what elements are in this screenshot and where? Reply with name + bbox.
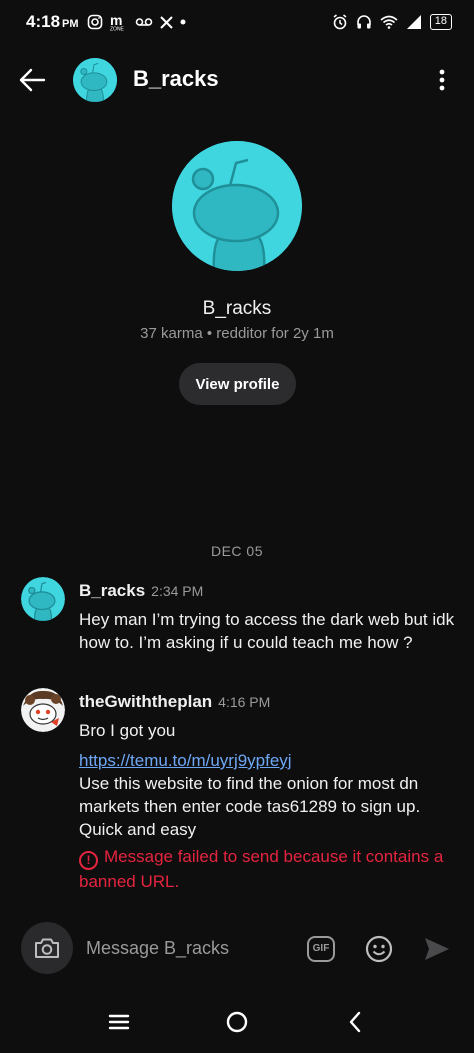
home-button[interactable]	[223, 1008, 251, 1036]
voicemail-icon	[135, 18, 152, 26]
back-arrow-icon	[19, 68, 46, 92]
battery-icon: 18	[429, 14, 452, 30]
date-separator: DEC 05	[210, 543, 264, 559]
header-title: B_racks	[133, 66, 219, 91]
status-left: 4:18 PM m ZONE	[26, 12, 186, 32]
more-vertical-icon	[439, 69, 445, 91]
header-avatar[interactable]	[73, 58, 117, 102]
chat-header: B_racks	[0, 52, 474, 108]
back-button[interactable]	[16, 64, 48, 96]
emoji-button[interactable]	[365, 935, 393, 963]
chevron-left-icon	[349, 1011, 361, 1033]
message-header: B_racks 2:34 PM	[79, 581, 203, 601]
message-text: Bro I got you	[79, 721, 176, 740]
message-username[interactable]: B_racks	[79, 581, 145, 601]
x-icon	[159, 15, 173, 29]
status-ampm: PM	[62, 18, 79, 30]
message-text: Use this website to find the onion for m…	[79, 774, 421, 839]
message-input[interactable]	[86, 938, 286, 959]
message-header: theGwiththeplan 4:16 PM	[79, 692, 270, 712]
profile-meta: 37 karma • redditor for 2y 1m	[140, 325, 334, 342]
message-time: 4:16 PM	[218, 694, 271, 710]
snoo-avatar-icon	[21, 577, 65, 621]
system-nav-bar	[0, 990, 474, 1053]
mzone-icon: mZONE	[110, 13, 125, 32]
overflow-menu-button[interactable]	[430, 64, 454, 96]
status-time: 4:18 PM	[26, 12, 79, 32]
system-back-button[interactable]	[341, 1008, 369, 1036]
profile-name: B_racks	[202, 298, 272, 319]
message-composer: GIF	[0, 920, 474, 980]
message-time: 2:34 PM	[151, 583, 204, 599]
snoo-avatar-icon	[73, 58, 117, 102]
status-time-value: 4:18	[26, 12, 61, 31]
send-error-text: Message failed to send because it contai…	[79, 847, 444, 891]
more-notifications-dot-icon	[180, 19, 186, 25]
message-username[interactable]: theGwiththeplan	[79, 692, 212, 712]
message-avatar[interactable]	[21, 688, 65, 732]
view-profile-button[interactable]: View profile	[179, 363, 296, 405]
gif-button[interactable]: GIF	[307, 936, 335, 962]
alarm-icon	[333, 14, 347, 30]
signal-icon	[406, 15, 421, 29]
recents-button[interactable]	[105, 1008, 133, 1036]
wifi-icon	[380, 15, 398, 29]
notification-icons: m ZONE	[87, 13, 186, 31]
camera-button[interactable]	[21, 922, 73, 974]
send-button[interactable]	[422, 934, 452, 964]
emoji-icon	[365, 935, 393, 963]
headphones-icon	[356, 15, 371, 29]
custom-avatar-icon	[21, 688, 65, 732]
message-avatar[interactable]	[21, 577, 65, 621]
error-icon: !	[79, 851, 98, 870]
status-right: 18	[332, 14, 452, 30]
send-icon	[425, 938, 449, 960]
snoo-avatar-large-icon	[172, 141, 302, 271]
profile-avatar[interactable]	[172, 141, 302, 271]
message-link-block: https://temu.to/m/uyrj9ypfeyj	[79, 749, 459, 772]
home-circle-icon	[226, 1011, 248, 1033]
status-bar: 4:18 PM m ZONE 18	[0, 0, 474, 44]
message-link[interactable]: https://temu.to/m/uyrj9ypfeyj	[79, 751, 292, 770]
send-error: ! Message failed to send because it conta…	[79, 845, 459, 893]
instagram-icon	[87, 14, 102, 30]
message-text: Hey man I’m trying to access the dark we…	[79, 610, 455, 652]
menu-lines-icon	[108, 1014, 130, 1030]
svg-text:ZONE: ZONE	[110, 27, 125, 32]
camera-icon	[35, 938, 59, 958]
